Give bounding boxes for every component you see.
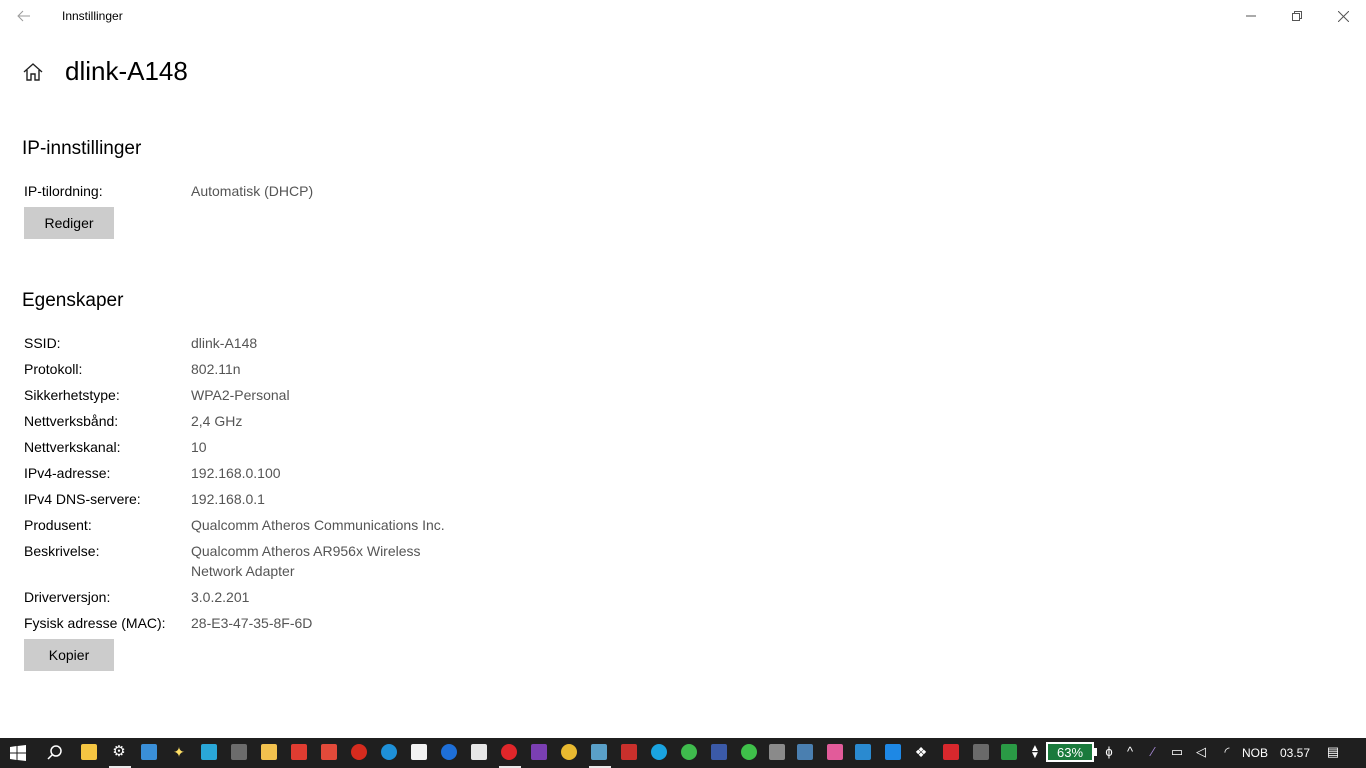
description-value: Qualcomm Atheros AR956x Wireless Network… <box>191 543 421 579</box>
l-app-icon[interactable] <box>201 744 217 760</box>
close-button[interactable] <box>1320 0 1366 32</box>
network-band-label: Nettverksbånd: <box>24 413 119 429</box>
ipv4-dns-label: IPv4 DNS-servere: <box>24 491 141 507</box>
pen-icon[interactable]: ∕ <box>1146 745 1160 759</box>
camera-icon[interactable] <box>471 744 487 760</box>
page-title: dlink-A148 <box>65 56 188 86</box>
messenger-icon[interactable] <box>885 744 901 760</box>
description-label: Beskrivelse: <box>24 543 100 559</box>
opera-icon[interactable] <box>501 744 517 760</box>
language-indicator[interactable]: NOB <box>1242 746 1268 760</box>
app-n-icon[interactable] <box>351 744 367 760</box>
network-band-value: 2,4 GHz <box>191 413 243 429</box>
keyboard-icon[interactable] <box>797 744 813 760</box>
notepad-icon[interactable] <box>591 744 607 760</box>
wifi-icon[interactable]: ◜ <box>1220 745 1234 759</box>
manufacturer-label: Produsent: <box>24 517 92 533</box>
mac-address-value: 28-E3-47-35-8F-6D <box>191 615 313 631</box>
ip-assignment-label: IP-tilordning: <box>24 183 103 199</box>
onenote-icon[interactable] <box>531 744 547 760</box>
share-icon[interactable] <box>231 744 247 760</box>
home-icon <box>23 63 43 81</box>
line-icon[interactable] <box>741 744 757 760</box>
ipv4-dns-value: 192.168.0.1 <box>191 491 265 507</box>
copy-button[interactable]: Kopier <box>24 639 114 671</box>
app-map-icon[interactable] <box>855 744 871 760</box>
chevron-up-icon[interactable]: ^ <box>1123 745 1137 759</box>
security-type-value: WPA2-Personal <box>191 387 290 403</box>
security-type-label: Sikkerhetstype: <box>24 387 120 403</box>
touch-icon[interactable]: ϕ <box>1102 745 1116 759</box>
restore-icon <box>1292 11 1302 21</box>
ssid-label: SSID: <box>24 335 61 351</box>
power-icon[interactable]: ▭ <box>1170 745 1184 759</box>
protocol-label: Protokoll: <box>24 361 83 377</box>
mac-address-label: Fysisk adresse (MAC): <box>24 615 166 631</box>
properties-heading: Egenskaper <box>22 290 124 311</box>
edge-icon[interactable] <box>441 744 457 760</box>
settings-icon[interactable]: ⚙ <box>111 744 127 760</box>
ssid-value: dlink-A148 <box>191 335 258 351</box>
tips-icon[interactable]: ✦ <box>171 744 187 760</box>
taskbar: ⚙ ✦ ❖ ▲ ▼ 63% ϕ ^ ∕ ▭ ◁ ◜ NOB 03.57 ▤ <box>0 738 1366 768</box>
minimize-button[interactable] <box>1228 0 1274 32</box>
windows-start-icon[interactable] <box>10 745 26 761</box>
network-channel-label: Nettverkskanal: <box>24 439 121 455</box>
store-icon[interactable] <box>81 744 97 760</box>
manufacturer-value: Qualcomm Atheros Communications Inc. <box>191 517 445 533</box>
app-blue-icon[interactable] <box>381 744 397 760</box>
driver-version-label: Driverversjon: <box>24 589 111 605</box>
pdf-icon[interactable] <box>943 744 959 760</box>
lock-app-icon[interactable] <box>291 744 307 760</box>
home-button[interactable] <box>22 61 46 85</box>
whatsapp-icon[interactable] <box>681 744 697 760</box>
edit-button[interactable]: Rediger <box>24 207 114 239</box>
skype-icon[interactable] <box>651 744 667 760</box>
calculator-icon[interactable] <box>973 744 989 760</box>
back-arrow-icon <box>17 10 30 22</box>
chrome-icon[interactable] <box>561 744 577 760</box>
ipv4-address-label: IPv4-adresse: <box>24 465 111 481</box>
ip-settings-heading: IP-innstillinger <box>22 138 142 159</box>
restore-button[interactable] <box>1274 0 1320 32</box>
battery-tip-icon <box>1094 748 1097 756</box>
search-icon[interactable] <box>46 744 64 762</box>
alarm-icon[interactable] <box>769 744 785 760</box>
app-red-icon[interactable] <box>321 744 337 760</box>
calendar-icon[interactable] <box>621 744 637 760</box>
ipv4-address-value: 192.168.0.100 <box>191 465 281 481</box>
volume-icon[interactable]: ◁ <box>1194 745 1208 759</box>
back-button[interactable] <box>8 0 40 32</box>
window-title: Innstillinger <box>62 9 123 23</box>
mail-icon[interactable] <box>411 744 427 760</box>
minimize-icon <box>1246 15 1256 17</box>
dropbox-icon[interactable]: ❖ <box>913 744 929 760</box>
clock[interactable]: 03.57 <box>1280 746 1310 760</box>
title-bar: Innstillinger <box>0 0 1366 32</box>
battery-indicator[interactable]: 63% <box>1046 742 1094 762</box>
notifications-icon[interactable]: ▤ <box>1326 745 1340 759</box>
scroll-arrows-icon[interactable]: ▲ ▼ <box>1028 744 1042 761</box>
control-panel-icon[interactable] <box>141 744 157 760</box>
driver-version-value: 3.0.2.201 <box>191 589 250 605</box>
app-dark-blue-icon[interactable] <box>711 744 727 760</box>
protocol-value: 802.11n <box>191 361 241 377</box>
paint-icon[interactable] <box>827 744 843 760</box>
app-green-icon[interactable] <box>1001 744 1017 760</box>
network-channel-value: 10 <box>191 439 207 455</box>
close-icon <box>1337 10 1349 22</box>
ip-assignment-value: Automatisk (DHCP) <box>191 183 314 199</box>
file-explorer-icon[interactable] <box>261 744 277 760</box>
